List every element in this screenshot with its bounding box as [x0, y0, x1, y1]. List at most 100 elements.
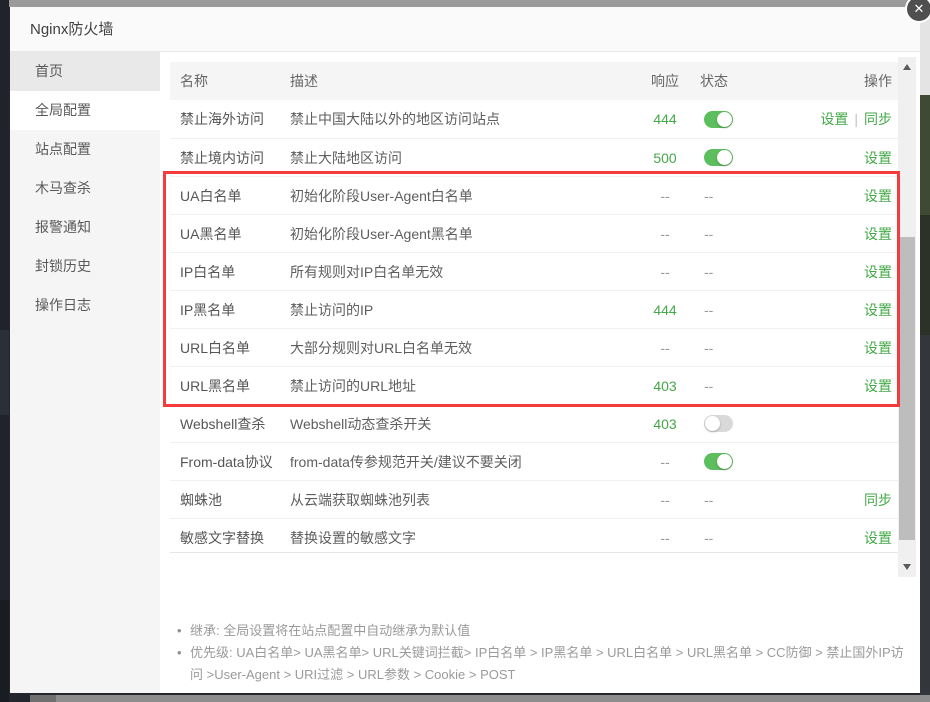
rule-description: 禁止访问的IP — [290, 300, 630, 320]
action-link-设置[interactable]: 设置 — [820, 111, 848, 127]
table-row: 敏感文字替换 替换设置的敏感文字 -- -- 设置 — [170, 518, 898, 553]
sidebar-item-站点配置[interactable]: 站点配置 — [10, 130, 160, 169]
rule-description: 初始化阶段User-Agent黑名单 — [290, 224, 630, 244]
action-divider: | — [854, 111, 858, 127]
toggle-knob — [705, 416, 720, 431]
rule-name: UA白名单 — [180, 186, 290, 206]
sidebar-item-木马查杀[interactable]: 木马查杀 — [10, 169, 160, 208]
table-row: URL黑名单 禁止访问的URL地址 403 -- 设置 — [170, 366, 898, 404]
rule-description: 禁止访问的URL地址 — [290, 376, 630, 396]
table-header-row: 名称 描述 响应 状态 操作 — [170, 62, 898, 100]
status-cell: -- — [700, 492, 800, 508]
action-link-设置[interactable]: 设置 — [864, 226, 892, 242]
status-cell: -- — [700, 530, 800, 546]
status-cell: -- — [700, 188, 800, 204]
toggle-knob — [717, 112, 732, 127]
rule-name: UA黑名单 — [180, 224, 290, 244]
dialog-header: Nginx防火墙 — [10, 7, 920, 52]
table-row: From-data协议 from-data传参规范开关/建议不要关闭 -- — [170, 442, 898, 480]
rule-name: 蜘蛛池 — [180, 490, 290, 510]
actions-cell: 设置 | 同步 — [800, 109, 892, 129]
table-row: 蜘蛛池 从云端获取蜘蛛池列表 -- -- 同步 — [170, 480, 898, 518]
status-cell — [700, 453, 800, 470]
page-horizontal-scrollbar[interactable] — [30, 695, 930, 702]
rule-name: From-data协议 — [180, 452, 290, 472]
table-row: 禁止海外访问 禁止中国大陆以外的地区访问站点 444 设置|同步 — [170, 100, 898, 138]
table-row: UA黑名单 初始化阶段User-Agent黑名单 -- -- 设置 — [170, 214, 898, 252]
rule-name: IP黑名单 — [180, 300, 290, 320]
sidebar-items: 首页全局配置站点配置木马查杀报警通知封锁历史操作日志 — [10, 52, 160, 325]
sidebar-item-全局配置[interactable]: 全局配置 — [10, 91, 160, 130]
table-row: UA白名单 初始化阶段User-Agent白名单 -- -- 设置 — [170, 176, 898, 214]
response-code: 403 — [630, 416, 700, 432]
status-cell — [700, 415, 800, 432]
dialog-title: Nginx防火墙 — [30, 7, 113, 52]
status-cell: -- — [700, 302, 800, 318]
actions-cell: 设置 — [800, 262, 892, 282]
rule-description: 禁止大陆地区访问 — [290, 148, 630, 168]
nginx-firewall-dialog: Nginx防火墙 首页全局配置站点配置木马查杀报警通知封锁历史操作日志 名称 描… — [10, 7, 920, 693]
sidebar-item-封锁历史[interactable]: 封锁历史 — [10, 247, 160, 286]
status-toggle-on[interactable] — [704, 453, 733, 470]
response-code: -- — [630, 188, 700, 204]
table-body: 禁止海外访问 禁止中国大陆以外的地区访问站点 444 设置|同步 禁止境内访问 … — [170, 100, 898, 553]
actions-cell: 设置 — [800, 338, 892, 358]
rule-name: URL白名单 — [180, 338, 290, 358]
background-left-segment — [0, 330, 9, 415]
close-icon: ✕ — [914, 1, 925, 16]
scrollbar-down-arrow[interactable] — [898, 559, 916, 575]
actions-cell: 设置 — [800, 186, 892, 206]
rule-description: 从云端获取蜘蛛池列表 — [290, 490, 630, 510]
response-code: -- — [630, 340, 700, 356]
sidebar-item-报警通知[interactable]: 报警通知 — [10, 208, 160, 247]
sidebar-item-操作日志[interactable]: 操作日志 — [10, 286, 160, 325]
status-cell: -- — [700, 340, 800, 356]
status-cell: -- — [700, 378, 800, 394]
column-header-operation: 操作 — [800, 71, 892, 91]
table-scrollbar[interactable] — [898, 57, 916, 577]
action-link-设置[interactable]: 设置 — [864, 530, 892, 546]
status-toggle-on[interactable] — [704, 111, 733, 128]
rule-description: from-data传参规范开关/建议不要关闭 — [290, 452, 630, 472]
table-row: IP白名单 所有规则对IP白名单无效 -- -- 设置 — [170, 252, 898, 290]
actions-cell: 设置 — [800, 224, 892, 244]
status-toggle-off[interactable] — [704, 415, 733, 432]
action-link-同步[interactable]: 同步 — [864, 111, 892, 127]
actions-cell: 设置 — [800, 376, 892, 396]
column-header-name: 名称 — [180, 71, 290, 91]
sidebar-item-首页[interactable]: 首页 — [10, 52, 160, 91]
action-link-设置[interactable]: 设置 — [864, 150, 892, 166]
response-code: -- — [630, 530, 700, 546]
action-link-同步[interactable]: 同步 — [864, 492, 892, 508]
background-right-segment — [920, 95, 930, 215]
action-link-设置[interactable]: 设置 — [864, 188, 892, 204]
status-cell — [700, 149, 800, 166]
action-link-设置[interactable]: 设置 — [864, 264, 892, 280]
actions-cell: 设置 — [800, 300, 892, 320]
rule-description: Webshell动态查杀开关 — [290, 414, 630, 434]
column-header-description: 描述 — [290, 71, 630, 91]
status-toggle-on[interactable] — [704, 149, 733, 166]
rule-name: Webshell查杀 — [180, 414, 290, 434]
rule-name: 敏感文字替换 — [180, 528, 290, 548]
rule-name: 禁止境内访问 — [180, 148, 290, 168]
toggle-knob — [717, 150, 732, 165]
action-link-设置[interactable]: 设置 — [864, 378, 892, 394]
table-row: 禁止境内访问 禁止大陆地区访问 500 设置 — [170, 138, 898, 176]
rule-description: 所有规则对IP白名单无效 — [290, 262, 630, 282]
response-code: 444 — [630, 111, 700, 127]
triangle-down-icon — [903, 564, 911, 570]
action-link-设置[interactable]: 设置 — [864, 340, 892, 356]
action-link-设置[interactable]: 设置 — [864, 302, 892, 318]
table-row: URL白名单 大部分规则对URL白名单无效 -- -- 设置 — [170, 328, 898, 366]
actions-cell: 设置 — [800, 528, 892, 548]
response-code: -- — [630, 454, 700, 470]
scrollbar-up-arrow[interactable] — [898, 59, 916, 75]
table-row: IP黑名单 禁止访问的IP 444 -- 设置 — [170, 290, 898, 328]
response-code: -- — [630, 492, 700, 508]
scrollbar-thumb[interactable] — [899, 237, 915, 540]
triangle-up-icon — [903, 64, 911, 70]
rule-name: IP白名单 — [180, 262, 290, 282]
status-cell: -- — [700, 226, 800, 242]
response-code: 444 — [630, 302, 700, 318]
